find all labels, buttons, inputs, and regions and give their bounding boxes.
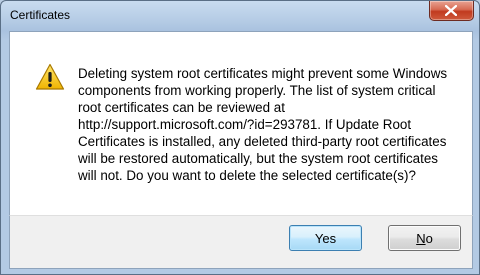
button-bar: Yes No (9, 215, 473, 269)
warning-icon (35, 63, 65, 90)
title-bar[interactable]: Certificates (1, 1, 479, 31)
close-button[interactable] (429, 1, 474, 21)
yes-button-label: Yes (314, 230, 337, 246)
yes-button[interactable]: Yes (289, 225, 362, 251)
no-button-label-rest: o (425, 230, 433, 246)
close-icon (445, 5, 457, 16)
no-button-mnemonic: N (416, 230, 426, 246)
dialog-content: Deleting system root certificates might … (9, 31, 473, 216)
no-button[interactable]: No (388, 225, 461, 251)
window-title: Certificates (10, 8, 71, 22)
dialog-window: Certificates Deleting system root certif… (0, 0, 480, 275)
dialog-message: Deleting system root certificates might … (78, 66, 448, 183)
no-button-label: No (416, 231, 433, 246)
